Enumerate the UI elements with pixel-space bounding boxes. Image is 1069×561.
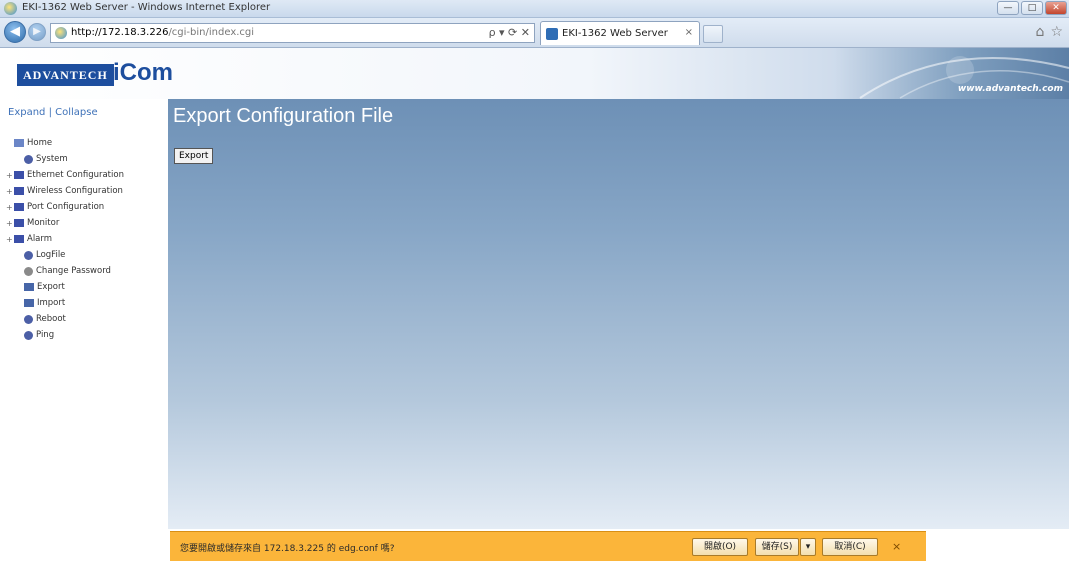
forward-button[interactable]: ▶ xyxy=(28,23,46,41)
download-message: 您要開啟或儲存來自 172.18.3.225 的 edg.conf 嗎? xyxy=(180,544,395,554)
sidebar-item-label: Ethernet Configuration xyxy=(27,170,124,180)
sidebar-item-label: LogFile xyxy=(36,250,66,260)
export-button[interactable]: Export xyxy=(174,148,214,164)
expand-collapse-links[interactable]: Expand | Collapse xyxy=(8,107,98,118)
sidebar-item-import[interactable]: Import xyxy=(6,295,124,311)
content-panel: Export Configuration File Export xyxy=(168,99,1069,529)
open-button[interactable]: 開啟(O) xyxy=(692,538,748,556)
sidebar-item-label: Monitor xyxy=(27,218,60,228)
home-icon[interactable]: ⌂ xyxy=(1036,24,1045,40)
sidebar-item-port-configuration[interactable]: + Port Configuration xyxy=(6,199,124,215)
tab-favicon-icon xyxy=(546,28,558,40)
close-button[interactable]: ✕ xyxy=(1045,1,1067,15)
tree-expander-icon[interactable]: + xyxy=(6,219,14,228)
title-bar: EKI-1362 Web Server - Windows Internet E… xyxy=(0,0,1069,18)
window-title: EKI-1362 Web Server - Windows Internet E… xyxy=(22,2,271,13)
home-icon xyxy=(14,139,24,147)
export-icon xyxy=(24,283,34,291)
tab-close-icon[interactable]: × xyxy=(685,27,693,38)
advantech-logo: ADVANTECH xyxy=(17,64,114,86)
gear-icon xyxy=(24,314,33,324)
folder-icon xyxy=(14,171,24,179)
folder-icon xyxy=(14,219,24,227)
key-icon xyxy=(24,266,33,276)
sidebar-item-wireless-configuration[interactable]: + Wireless Configuration xyxy=(6,183,124,199)
navigation-tree: Home System + Ethernet Configuration + Wirele… xyxy=(6,135,124,343)
sidebar-item-logfile[interactable]: LogFile xyxy=(6,247,124,263)
tree-expander-icon[interactable]: + xyxy=(6,235,14,244)
header-swoosh-graphic xyxy=(859,56,1069,99)
sidebar-item-label: Port Configuration xyxy=(27,202,105,212)
sidebar-item-label: Change Password xyxy=(36,266,111,276)
save-options-dropdown[interactable]: ▾ xyxy=(800,538,816,556)
url-path: /cgi-bin/index.cgi xyxy=(168,27,255,38)
star-icon[interactable]: ☆ xyxy=(1050,24,1063,40)
sidebar-item-label: Reboot xyxy=(36,314,66,324)
tree-expander-icon[interactable]: + xyxy=(6,203,14,212)
import-icon xyxy=(24,299,34,307)
folder-icon xyxy=(14,187,24,195)
gear-icon xyxy=(24,330,33,340)
sidebar-item-change-password[interactable]: Change Password xyxy=(6,263,124,279)
address-bar[interactable]: http://172.18.3.226/cgi-bin/index.cgi ρ … xyxy=(50,23,535,43)
minimize-button[interactable]: — xyxy=(997,1,1019,15)
sidebar-item-label: System xyxy=(36,154,68,164)
browser-window: EKI-1362 Web Server - Windows Internet E… xyxy=(0,0,1069,561)
sidebar-item-alarm[interactable]: + Alarm xyxy=(6,231,124,247)
save-button[interactable]: 儲存(S) xyxy=(755,538,799,556)
sidebar-item-label: Alarm xyxy=(27,234,53,244)
sidebar-item-label: Wireless Configuration xyxy=(27,186,123,196)
sidebar-item-ethernet-configuration[interactable]: + Ethernet Configuration xyxy=(6,167,124,183)
gear-icon xyxy=(24,154,33,164)
sidebar-item-label: Import xyxy=(37,298,66,308)
cancel-button[interactable]: 取消(C) xyxy=(822,538,878,556)
tab-eki-web-server[interactable]: EKI-1362 Web Server × xyxy=(540,21,700,45)
navigation-bar: ◀ ▶ http://172.18.3.226/cgi-bin/index.cg… xyxy=(0,18,1069,48)
sidebar-item-label: Ping xyxy=(36,330,55,340)
icom-brand: iCom xyxy=(113,59,173,86)
gear-icon xyxy=(24,250,33,260)
tree-expander-icon[interactable]: + xyxy=(6,171,14,180)
browser-tool-icons: ⌂ ☆ xyxy=(1036,24,1063,40)
page-title: Export Configuration File xyxy=(173,105,394,127)
url-host: http://172.18.3.226 xyxy=(71,27,169,38)
sidebar-item-system[interactable]: System xyxy=(6,151,124,167)
sidebar-item-reboot[interactable]: Reboot xyxy=(6,311,124,327)
sidebar-item-export[interactable]: Export xyxy=(6,279,124,295)
download-notification-bar: 您要開啟或儲存來自 172.18.3.225 的 edg.conf 嗎? 開啟(… xyxy=(170,531,926,561)
sidebar-item-label: Export xyxy=(37,282,65,292)
sidebar-item-ping[interactable]: Ping xyxy=(6,327,124,343)
window-controls: — □ ✕ xyxy=(997,1,1067,15)
tree-expander-icon[interactable]: + xyxy=(6,187,14,196)
close-download-bar-icon[interactable]: × xyxy=(892,540,901,553)
sidebar-item-label: Home xyxy=(27,138,53,148)
tab-label: EKI-1362 Web Server xyxy=(562,28,668,39)
ie-icon xyxy=(4,2,17,15)
folder-icon xyxy=(14,235,24,243)
address-url[interactable]: http://172.18.3.226/cgi-bin/index.cgi xyxy=(71,27,254,38)
maximize-button[interactable]: □ xyxy=(1021,1,1043,15)
folder-icon xyxy=(14,203,24,211)
page-icon xyxy=(55,27,67,39)
sidebar-item-monitor[interactable]: + Monitor xyxy=(6,215,124,231)
new-tab-button[interactable] xyxy=(703,25,723,43)
sidebar-item-home[interactable]: Home xyxy=(6,135,124,151)
page-main: Expand | Collapse Home System + Ethernet Co… xyxy=(0,99,1069,561)
address-controls[interactable]: ρ ▾ ⟳ ✕ xyxy=(489,26,530,39)
back-button[interactable]: ◀ xyxy=(4,21,26,43)
sidebar: Expand | Collapse Home System + Ethernet Co… xyxy=(6,99,162,561)
